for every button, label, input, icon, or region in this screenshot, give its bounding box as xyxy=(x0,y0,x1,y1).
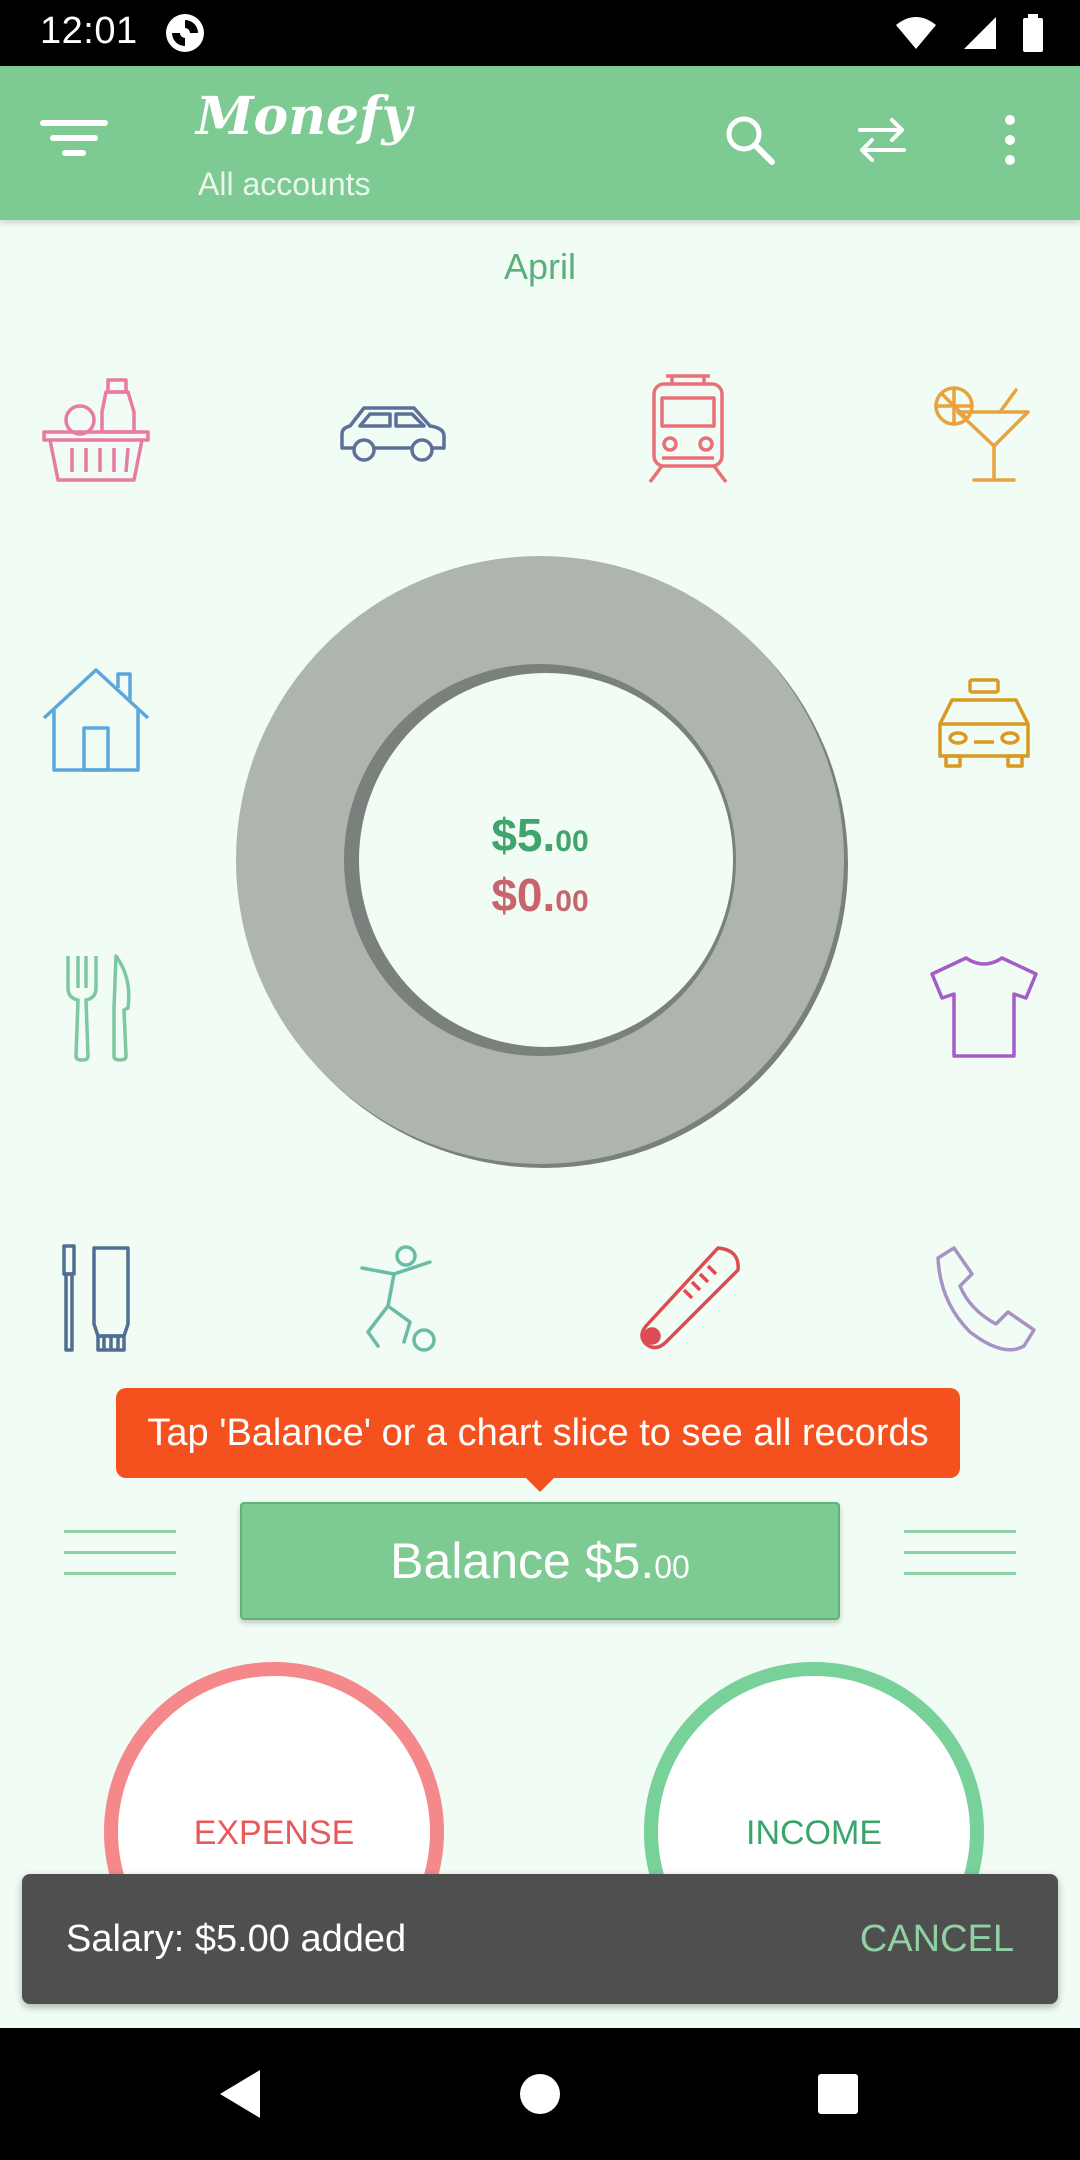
account-selector[interactable]: All accounts xyxy=(198,166,371,203)
house-icon[interactable] xyxy=(36,662,156,782)
signal-icon xyxy=(962,15,998,56)
expense-total: $0.00 xyxy=(491,869,589,921)
sports-icon[interactable] xyxy=(332,1240,452,1360)
balance-button[interactable]: Balance $5.00 xyxy=(240,1502,840,1620)
more-options-icon[interactable] xyxy=(1002,114,1018,171)
wifi-icon xyxy=(894,15,938,56)
train-icon[interactable] xyxy=(628,372,748,492)
chart-summary: $5.00 $0.00 xyxy=(0,808,1080,922)
right-decor-lines xyxy=(904,1530,1016,1593)
income-total: $5.00 xyxy=(491,809,589,861)
taxi-icon[interactable] xyxy=(924,662,1044,782)
snackbar-cancel-button[interactable]: CANCEL xyxy=(860,1874,1014,2004)
battery-icon xyxy=(1022,14,1044,57)
left-decor-lines xyxy=(64,1530,176,1593)
clothes-icon[interactable] xyxy=(924,948,1044,1068)
period-label[interactable]: April xyxy=(0,246,1080,288)
toiletry-icon[interactable] xyxy=(36,1240,156,1360)
search-icon[interactable] xyxy=(724,114,776,171)
phone-icon[interactable] xyxy=(924,1240,1044,1360)
snackbar: Salary: $5.00 added CANCEL xyxy=(22,1874,1058,2004)
app-bar: Monefy All accounts xyxy=(0,66,1080,220)
status-time: 12:01 xyxy=(40,10,138,52)
status-bar: 12:01 xyxy=(0,0,1080,66)
home-icon[interactable] xyxy=(518,2068,562,2125)
hint-tooltip: Tap 'Balance' or a chart slice to see al… xyxy=(116,1388,960,1478)
app-title: Monefy xyxy=(196,86,412,147)
recents-icon[interactable] xyxy=(816,2068,860,2125)
transfer-icon[interactable] xyxy=(856,114,908,171)
filter-menu-icon[interactable] xyxy=(40,116,108,165)
groceries-icon[interactable] xyxy=(36,372,156,492)
back-icon[interactable] xyxy=(216,2068,264,2125)
health-icon[interactable] xyxy=(628,1240,748,1360)
snackbar-message: Salary: $5.00 added xyxy=(66,1918,407,1960)
car-icon[interactable] xyxy=(332,372,452,492)
tooltip-arrow xyxy=(524,1476,556,1492)
cocktail-icon[interactable] xyxy=(924,372,1044,492)
eating-out-icon[interactable] xyxy=(36,948,156,1068)
system-navigation-bar xyxy=(0,2028,1080,2160)
app-notification-icon xyxy=(164,12,206,59)
